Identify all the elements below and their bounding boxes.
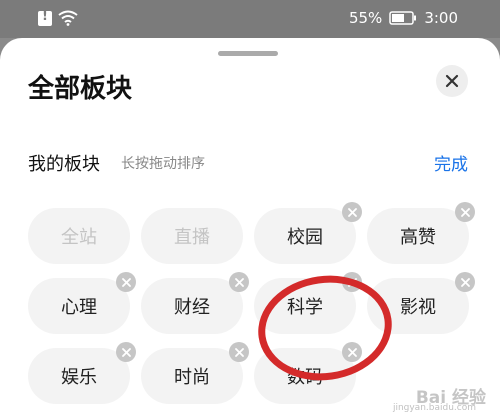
section-chip[interactable]: 科学 <box>254 272 362 334</box>
remove-icon <box>234 347 244 357</box>
watermark-sub: jingyan.baidu.com <box>392 403 476 413</box>
section-chip[interactable]: 娱乐 <box>28 342 136 404</box>
status-bar: 55% 3:00 <box>0 0 500 38</box>
chip-remove-button[interactable] <box>229 272 249 292</box>
battery-icon <box>389 11 417 25</box>
chip-label: 校园 <box>287 227 323 248</box>
chip-remove-button[interactable] <box>455 272 475 292</box>
chip-label: 数码 <box>287 367 323 388</box>
chip-remove-button[interactable] <box>229 342 249 362</box>
chip-remove-button[interactable] <box>342 272 362 292</box>
section-chip[interactable]: 财经 <box>141 272 249 334</box>
remove-icon <box>234 277 244 287</box>
remove-icon <box>121 347 131 357</box>
sheet-title: 全部板块 <box>28 74 133 104</box>
section-chip[interactable]: 时尚 <box>141 342 249 404</box>
remove-icon <box>121 277 131 287</box>
chip-label: 财经 <box>174 297 210 318</box>
section-chip[interactable]: 心理 <box>28 272 136 334</box>
chip-remove-button[interactable] <box>455 202 475 222</box>
section-chip[interactable]: 全站 <box>28 208 130 264</box>
section-label: 我的板块 <box>28 154 100 175</box>
status-right: 55% 3:00 <box>349 9 458 27</box>
battery-percent: 55% <box>348 9 383 27</box>
drag-handle[interactable] <box>218 51 278 56</box>
chip-label: 科学 <box>287 297 323 318</box>
chip-remove-button[interactable] <box>116 342 136 362</box>
bottom-sheet: 全部板块 我的板块 长按拖动排序 完成 全站 直播 校园 高赞心理 财经 科学 影视娱乐 时尚… <box>0 38 500 414</box>
status-left <box>38 9 78 26</box>
remove-icon <box>460 277 470 287</box>
remove-icon <box>347 347 357 357</box>
chip-label: 直播 <box>174 227 210 248</box>
chip-label: 时尚 <box>174 367 210 388</box>
chip-label: 心理 <box>61 297 97 318</box>
section-chip[interactable]: 数码 <box>254 342 362 404</box>
chip-label: 高赞 <box>400 227 436 248</box>
section-chip[interactable]: 直播 <box>141 208 243 264</box>
chip-label: 影视 <box>400 297 436 318</box>
close-button[interactable] <box>436 65 468 97</box>
section-chip[interactable]: 校园 <box>254 202 362 264</box>
close-icon <box>445 74 459 88</box>
chip-remove-button[interactable] <box>342 202 362 222</box>
section-chip[interactable]: 影视 <box>367 272 475 334</box>
chip-label: 娱乐 <box>61 367 97 388</box>
clock: 3:00 <box>424 9 458 27</box>
remove-icon <box>460 207 470 217</box>
remove-icon <box>347 207 357 217</box>
alert-icon <box>38 9 52 26</box>
chip-remove-button[interactable] <box>116 272 136 292</box>
section-chip[interactable]: 高赞 <box>367 202 475 264</box>
chip-remove-button[interactable] <box>342 342 362 362</box>
wifi-icon <box>58 10 78 26</box>
section-hint: 长按拖动排序 <box>121 156 205 172</box>
done-button[interactable]: 完成 <box>434 150 468 175</box>
remove-icon <box>347 277 357 287</box>
chip-label: 全站 <box>61 227 97 248</box>
